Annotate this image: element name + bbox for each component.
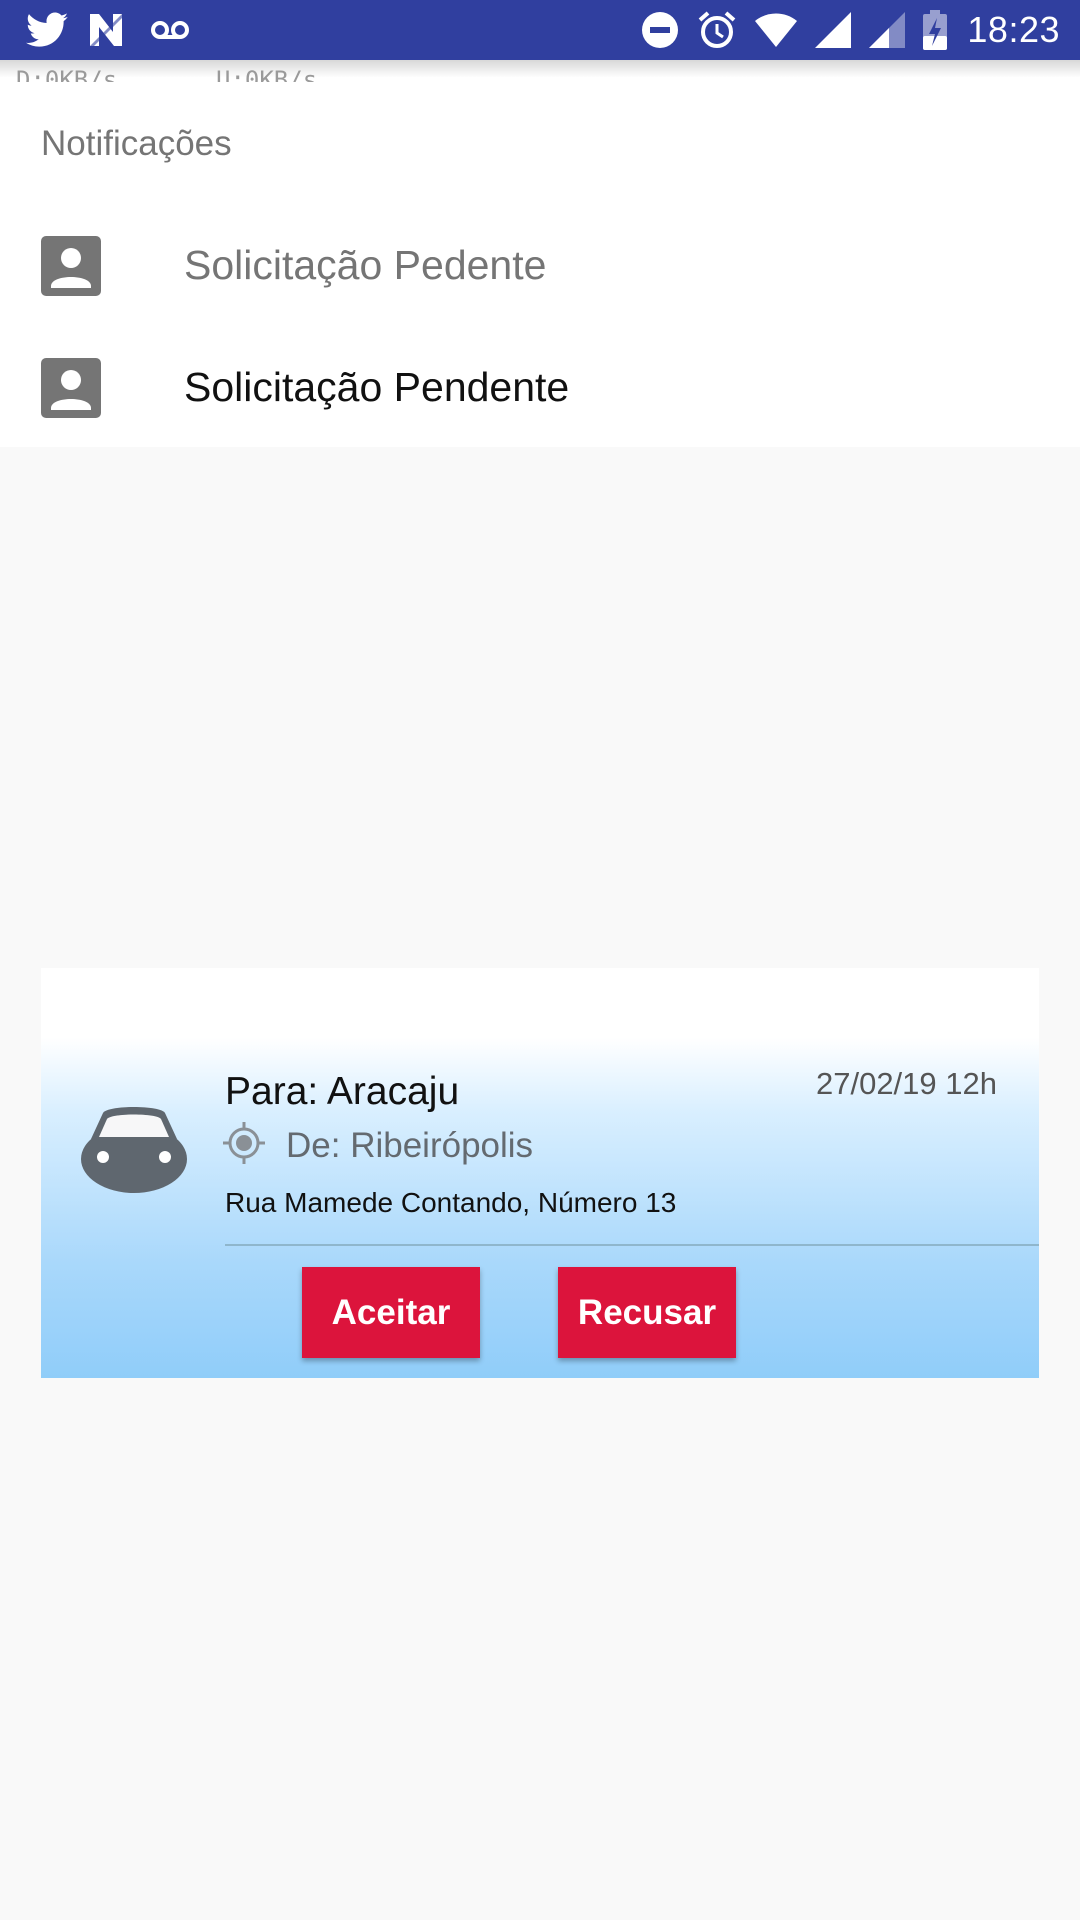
panel-title: Notificações — [41, 124, 232, 163]
wifi-icon — [755, 13, 798, 47]
signal-2-icon — [869, 12, 906, 48]
toolbar-shadow — [0, 60, 1080, 82]
destination-text: Para: Aracaju — [225, 1070, 460, 1113]
reject-button[interactable]: Recusar — [558, 1267, 736, 1358]
notification-label: Solicitação Pedente — [184, 242, 547, 288]
accept-button[interactable]: Aceitar — [302, 1267, 480, 1358]
notification-item[interactable]: Solicitação Pedente — [0, 222, 1080, 312]
notification-item[interactable]: Solicitação Pendente — [0, 344, 1080, 434]
car-icon — [81, 1107, 187, 1193]
notifications-panel: Notificações Solicitação Pedente Solicit… — [0, 82, 1080, 447]
location-target-icon — [223, 1122, 265, 1164]
status-left-icons — [26, 12, 212, 48]
account-box-icon — [41, 236, 101, 296]
twitter-icon — [26, 12, 68, 48]
battery-charging-icon — [923, 10, 948, 50]
n-app-icon — [90, 14, 128, 46]
divider — [225, 1244, 1039, 1246]
status-right-icons: 18:23 — [623, 9, 1060, 51]
status-time: 18:23 — [967, 9, 1060, 50]
signal-icon — [815, 12, 852, 48]
alarm-icon — [697, 10, 737, 50]
request-date: 27/02/19 12h — [815, 1066, 997, 1101]
notification-label: Solicitação Pendente — [184, 364, 570, 410]
origin-text: De: Ribeirópolis — [286, 1126, 534, 1165]
account-box-icon — [41, 358, 101, 418]
status-bar: 18:23 — [0, 0, 1080, 60]
voicemail-icon — [150, 19, 190, 41]
do-not-disturb-icon — [641, 11, 679, 49]
address-text: Rua Mamede Contando, Número 13 — [225, 1187, 677, 1218]
ride-request-card: Para: Aracaju 27/02/19 12h De: Ribeirópo… — [41, 968, 1039, 1378]
